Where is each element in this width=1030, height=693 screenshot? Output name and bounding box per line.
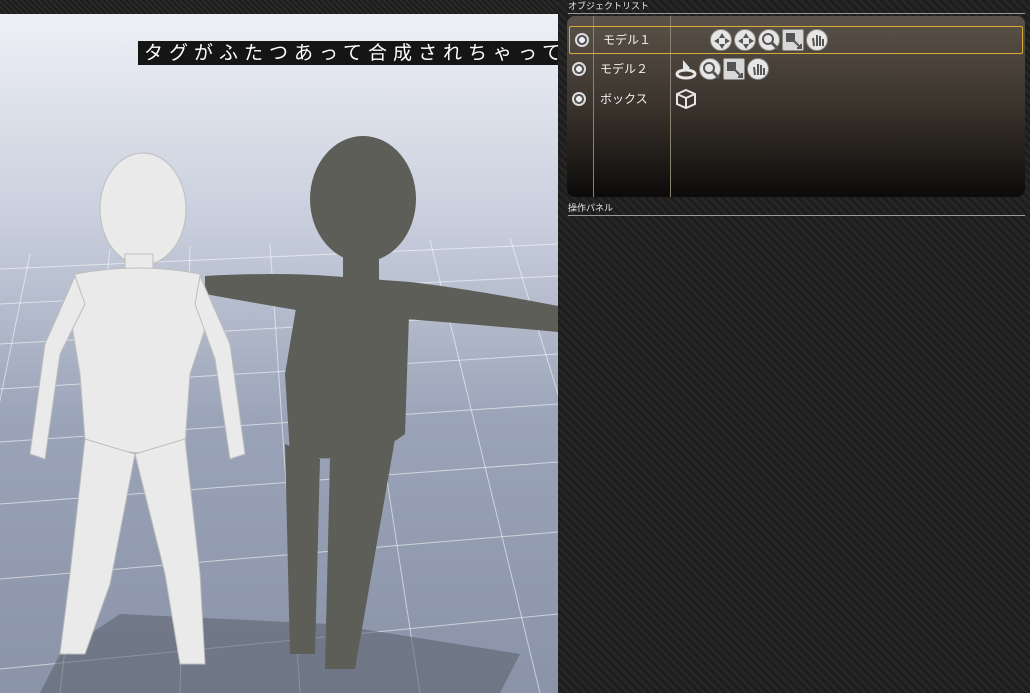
object-list-header: オブジェクトリスト <box>568 2 1025 14</box>
pose-icon[interactable] <box>675 58 697 80</box>
scene <box>0 136 558 693</box>
zoom-icon[interactable] <box>699 58 721 80</box>
annotation-caption: タグがふたつあって合成されちゃってる→ <box>138 41 558 65</box>
operation-panel-header: 操作パネル <box>568 204 1025 216</box>
cube-icon[interactable] <box>675 88 697 110</box>
object-row-label: モデル２ <box>600 62 649 76</box>
visibility-icon[interactable] <box>572 92 586 106</box>
object-row-model-2[interactable]: モデル２ <box>567 56 1025 84</box>
right-panels: オブジェクトリスト モデル１ モデル２ ボックス 操作パネル <box>558 0 1030 693</box>
hand-icon[interactable] <box>806 29 828 51</box>
visibility-icon[interactable] <box>572 62 586 76</box>
object-row-box[interactable]: ボックス <box>567 86 1025 114</box>
move-icon[interactable] <box>710 29 732 51</box>
hand-icon[interactable] <box>747 58 769 80</box>
object-list: モデル１ モデル２ ボックス <box>567 16 1025 197</box>
object-row-label: モデル１ <box>603 33 652 47</box>
resize-icon[interactable] <box>782 29 804 51</box>
floor-shadow <box>40 614 520 693</box>
resize-icon[interactable] <box>723 58 745 80</box>
zoom-icon[interactable] <box>758 29 780 51</box>
white-figure <box>29 152 246 665</box>
object-row-model-1[interactable]: モデル１ <box>569 26 1023 54</box>
object-row-label: ボックス <box>600 92 648 106</box>
rotate-icon[interactable] <box>734 29 756 51</box>
visibility-icon[interactable] <box>575 33 589 47</box>
operation-panel <box>568 217 1025 687</box>
3d-viewport[interactable]: タグがふたつあって合成されちゃってる→ <box>0 14 558 693</box>
dark-figure <box>205 136 558 669</box>
